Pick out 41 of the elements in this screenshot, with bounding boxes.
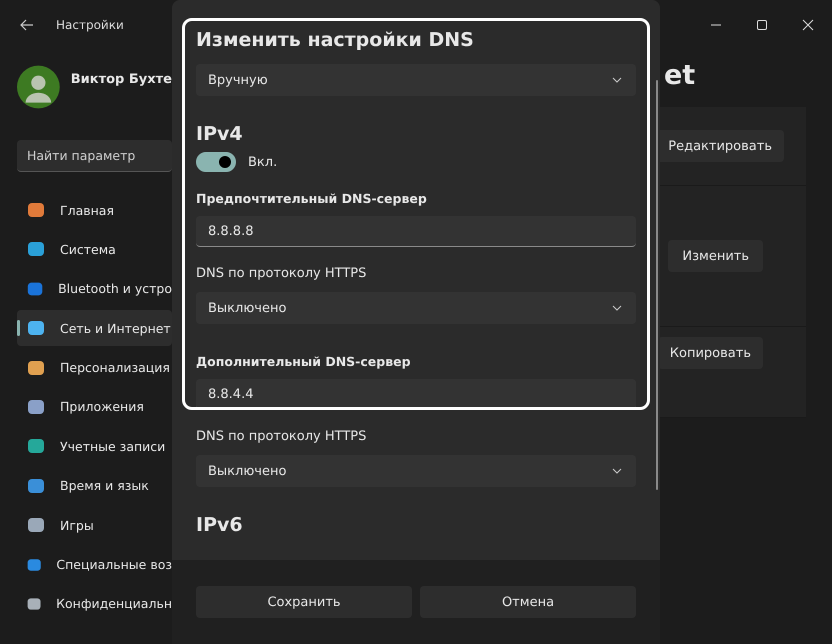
copy-button[interactable]: Копировать [658,337,763,369]
sidebar-item[interactable]: Система [17,231,172,268]
sidebar-item[interactable]: Время и язык [17,468,172,504]
section-heading: IPv4 [196,122,244,147]
mode-dropdown[interactable]: Вручную [196,64,636,96]
cancel-button[interactable]: Отмена [420,586,636,618]
toggle-label: Вкл. [248,154,278,170]
chevron-icon [612,305,622,311]
field-label: DNS по протоколу HTTPS [196,429,368,445]
toggle-switch[interactable] [196,152,236,172]
field-label: Дополнительный DNS-сервер [196,354,412,370]
field-label: Предпочтительный DNS-сервер [196,191,428,207]
maximize-icon[interactable] [756,19,768,31]
save-button[interactable]: Сохранить [196,586,412,618]
chevron-icon [612,77,622,83]
chevron-icon [612,468,622,474]
close-icon[interactable] [802,19,814,31]
sidebar-item[interactable]: Игры [17,507,172,544]
page-title: et [664,60,696,91]
search-field[interactable]: Найти параметр [17,140,172,172]
field-label: DNS по протоколу HTTPS [196,266,368,282]
https-dropdown[interactable]: Выключено [196,292,636,324]
window-title: Настройки [56,18,124,32]
https-dropdown[interactable]: Выключено [196,455,636,487]
dialog-title: Изменить настройки DNS [196,28,475,53]
change-button[interactable]: Изменить [668,240,763,272]
dns-field[interactable]: 8.8.8.8 [196,216,636,247]
sidebar-item[interactable]: Специальные воз [17,546,172,583]
user-name: Виктор Бухте [70,72,172,86]
scrollbar[interactable] [656,80,658,490]
sidebar-item[interactable]: Главная [17,192,172,228]
sidebar-item[interactable]: Сеть и Интернет [17,310,172,346]
section-heading: IPv6 [196,513,244,538]
dns-field[interactable]: 8.8.4.4 [196,379,636,410]
sidebar-item[interactable]: Учетные записи [17,428,172,464]
sidebar-item[interactable]: Персонализация [17,350,172,386]
sidebar-item[interactable]: Приложения [17,388,172,425]
sidebar-item[interactable]: Bluetooth и устро [17,270,172,307]
back-icon[interactable] [20,19,34,31]
sidebar-item[interactable]: Конфиденциальн [17,586,172,622]
nav-icon [26,200,46,220]
